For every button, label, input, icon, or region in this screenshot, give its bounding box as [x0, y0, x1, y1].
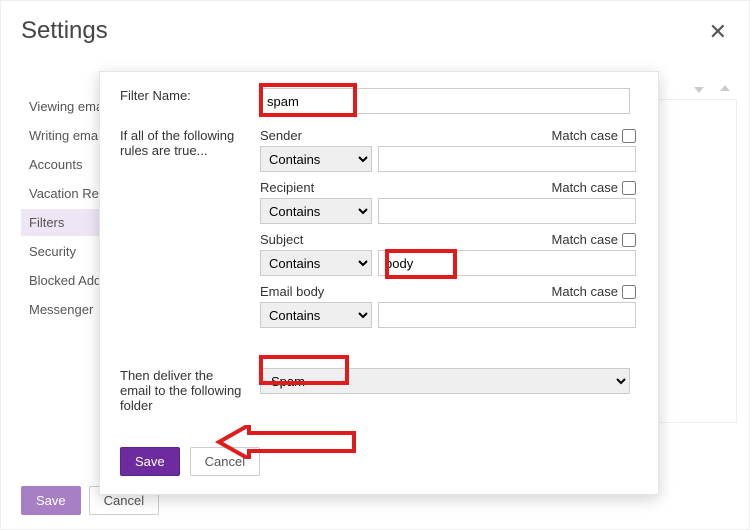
condition-value-input[interactable] — [378, 146, 636, 172]
condition-field-label: Email body — [260, 284, 324, 299]
match-case-toggle[interactable]: Match case — [552, 180, 636, 195]
match-case-checkbox[interactable] — [622, 181, 636, 195]
deliver-folder-select[interactable]: Spam — [260, 368, 630, 394]
settings-save-button[interactable]: Save — [21, 486, 81, 515]
match-case-label: Match case — [552, 128, 618, 143]
condition-operator-select[interactable]: Contains — [260, 146, 372, 172]
condition-operator-select[interactable]: Contains — [260, 250, 372, 276]
condition-field-label: Subject — [260, 232, 303, 247]
match-case-toggle[interactable]: Match case — [552, 284, 636, 299]
filter-condition: Email body Match case Contains — [260, 284, 636, 328]
match-case-checkbox[interactable] — [622, 285, 636, 299]
cancel-button[interactable]: Cancel — [190, 447, 260, 476]
condition-value-input[interactable] — [378, 198, 636, 224]
match-case-label: Match case — [552, 284, 618, 299]
move-down-icon[interactable] — [691, 81, 709, 99]
deliver-label: Then deliver the email to the following … — [120, 368, 260, 413]
filter-condition: Sender Match case Contains — [260, 128, 636, 172]
condition-operator-select[interactable]: Contains — [260, 198, 372, 224]
match-case-checkbox[interactable] — [622, 129, 636, 143]
match-case-label: Match case — [552, 180, 618, 195]
filter-name-input[interactable] — [260, 88, 630, 114]
condition-field-label: Recipient — [260, 180, 314, 195]
filter-condition: Subject Match case Contains — [260, 232, 636, 276]
filter-name-label: Filter Name: — [120, 88, 260, 114]
filter-condition: Recipient Match case Contains — [260, 180, 636, 224]
filter-dialog: Filter Name: If all of the following rul… — [99, 71, 659, 495]
move-up-icon[interactable] — [717, 81, 735, 99]
page-title: Settings — [1, 1, 749, 45]
condition-field-label: Sender — [260, 128, 302, 143]
match-case-label: Match case — [552, 232, 618, 247]
close-icon[interactable]: ✕ — [709, 19, 727, 45]
match-case-checkbox[interactable] — [622, 233, 636, 247]
condition-value-input[interactable] — [378, 250, 636, 276]
match-case-toggle[interactable]: Match case — [552, 232, 636, 247]
rules-intro-label: If all of the following rules are true..… — [120, 128, 260, 336]
match-case-toggle[interactable]: Match case — [552, 128, 636, 143]
condition-operator-select[interactable]: Contains — [260, 302, 372, 328]
condition-value-input[interactable] — [378, 302, 636, 328]
save-button[interactable]: Save — [120, 447, 180, 476]
